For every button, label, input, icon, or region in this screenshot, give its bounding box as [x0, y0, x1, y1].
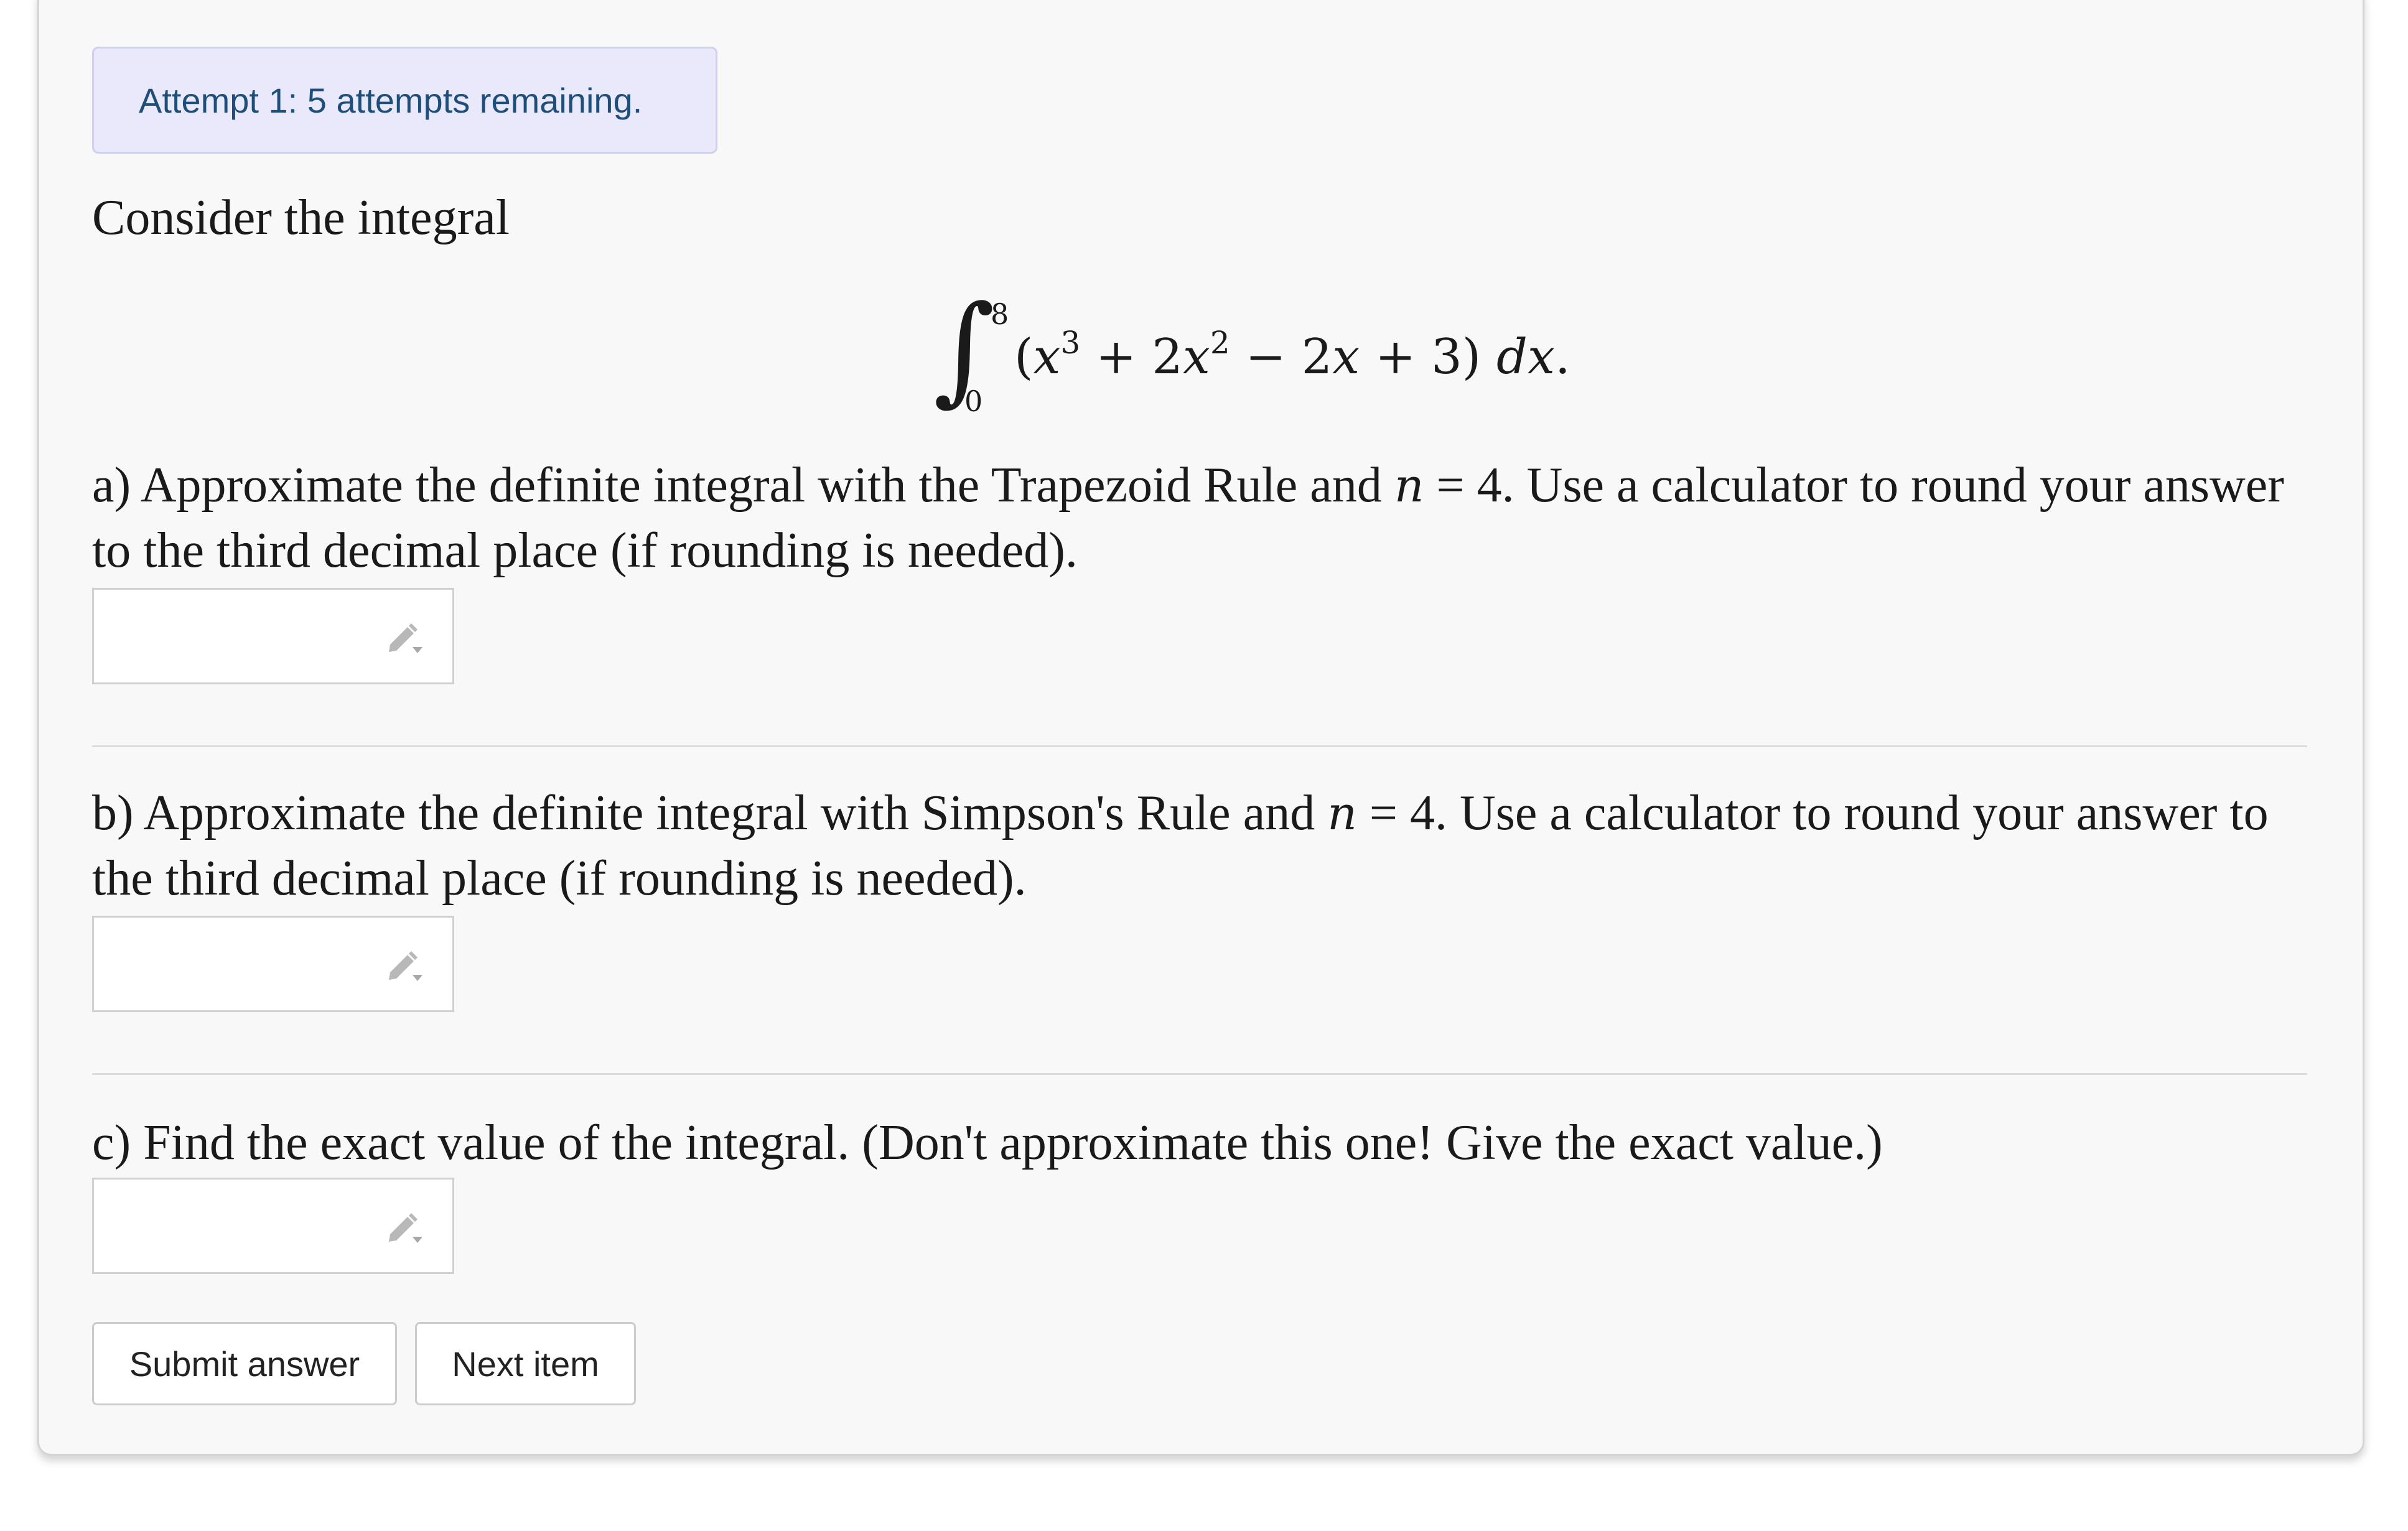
answer-b-input[interactable] [92, 916, 454, 1012]
question-a-text: a) Approximate the definite integral wit… [92, 458, 2284, 578]
question-c-text: c) Find the exact value of the integral.… [92, 1115, 1883, 1170]
next-item-button[interactable]: Next item [415, 1322, 636, 1405]
answer-c-input[interactable] [92, 1178, 454, 1274]
submit-answer-button[interactable]: Submit answer [92, 1322, 397, 1405]
integral-lower-limit: 0 [964, 384, 983, 418]
integral-expression: ∫ 8 0 (x3 + 2x2 − 2x + 3) dx. [933, 280, 1570, 418]
question-b-text: b) Approximate the definite integral wit… [92, 786, 2269, 906]
attempt-status-badge: Attempt 1: 5 attempts remaining. [92, 47, 717, 154]
pencil-dropdown-icon[interactable] [384, 1206, 429, 1250]
pencil-dropdown-icon[interactable] [384, 944, 429, 989]
integral-upper-limit: 8 [991, 297, 1009, 331]
intro-text: Consider the integral [92, 190, 510, 245]
answer-a-input[interactable] [92, 588, 454, 684]
attempt-status-text: Attempt 1: 5 attempts remaining. [139, 80, 643, 120]
integrand: (x3 + 2x2 − 2x + 3) dx. [1014, 325, 1570, 385]
section-divider [92, 745, 2307, 747]
section-divider [92, 1073, 2307, 1075]
pencil-dropdown-icon[interactable] [384, 616, 429, 661]
